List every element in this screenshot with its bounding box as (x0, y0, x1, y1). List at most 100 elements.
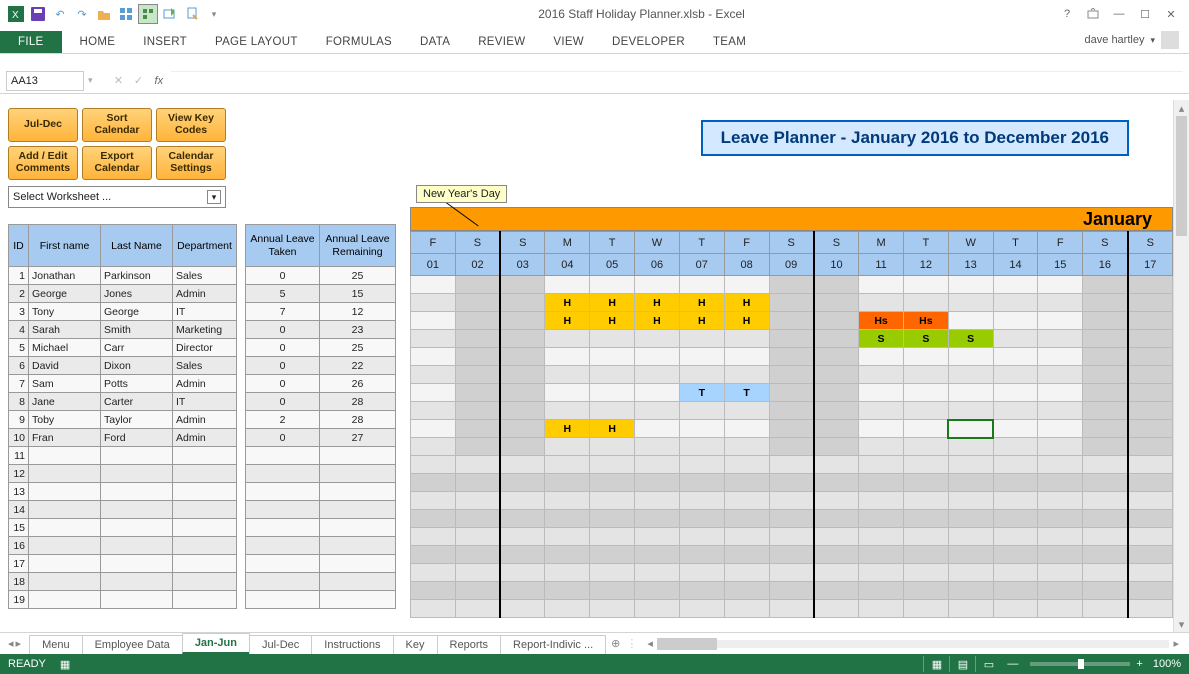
table-row[interactable]: 10FranFordAdmin027 (9, 429, 396, 447)
calendar-cell[interactable] (500, 276, 545, 294)
calendar-cell[interactable] (635, 276, 680, 294)
calendar-cell[interactable] (769, 600, 814, 618)
calendar-cell[interactable] (903, 600, 948, 618)
cancel-formula-icon[interactable]: ✕ (111, 73, 127, 89)
calendar-cell[interactable] (993, 528, 1038, 546)
calendar-cell[interactable] (635, 474, 680, 492)
sheet-tab[interactable]: Jul-Dec (249, 635, 312, 654)
calendar-cell[interactable] (1083, 456, 1128, 474)
calendar-cell[interactable] (814, 474, 859, 492)
calendar-cell[interactable] (590, 366, 635, 384)
calendar-cell[interactable] (545, 564, 590, 582)
calendar-cell[interactable] (455, 294, 500, 312)
calendar-cell[interactable] (679, 438, 724, 456)
calendar-cell[interactable] (903, 528, 948, 546)
calendar-cell[interactable] (1083, 582, 1128, 600)
calendar-cell[interactable] (455, 276, 500, 294)
calendar-cell[interactable] (500, 312, 545, 330)
calendar-cell[interactable] (635, 456, 680, 474)
calendar-cell[interactable] (814, 294, 859, 312)
table-row[interactable]: 4SarahSmithMarketing023 (9, 321, 396, 339)
calendar-cell[interactable] (993, 564, 1038, 582)
calendar-cell[interactable] (1038, 312, 1083, 330)
calendar-cell[interactable] (1128, 402, 1173, 420)
calendar-cell[interactable] (455, 600, 500, 618)
btn-jul-dec[interactable]: Jul-Dec (8, 108, 78, 142)
calendar-cell[interactable] (903, 384, 948, 402)
calendar-cell[interactable] (724, 546, 769, 564)
close-icon[interactable]: ✕ (1163, 6, 1179, 22)
calendar-cell[interactable] (635, 330, 680, 348)
calendar-cell[interactable] (993, 420, 1038, 438)
calendar-cell[interactable] (724, 330, 769, 348)
calendar-cell[interactable] (859, 384, 904, 402)
calendar-cell[interactable] (1083, 420, 1128, 438)
calendar-cell[interactable] (590, 546, 635, 564)
calendar-cell[interactable] (859, 510, 904, 528)
calendar-cell[interactable] (948, 582, 993, 600)
ribbon-options-icon[interactable] (1085, 6, 1101, 22)
calendar-cell[interactable] (948, 294, 993, 312)
calendar-cell[interactable] (500, 546, 545, 564)
calendar-cell[interactable] (1083, 312, 1128, 330)
calendar-cell[interactable] (545, 330, 590, 348)
calendar-cell[interactable]: H (724, 294, 769, 312)
calendar-cell[interactable] (859, 456, 904, 474)
calendar-cell[interactable] (769, 366, 814, 384)
calendar-cell[interactable] (545, 510, 590, 528)
calendar-cell[interactable] (993, 348, 1038, 366)
calendar-cell[interactable] (993, 366, 1038, 384)
calendar-cell[interactable] (993, 546, 1038, 564)
calendar-cell[interactable] (1038, 492, 1083, 510)
calendar-cell[interactable] (1083, 366, 1128, 384)
open-icon[interactable] (94, 4, 114, 24)
btn-sort-calendar[interactable]: Sort Calendar (82, 108, 152, 142)
calendar-cell[interactable] (500, 402, 545, 420)
calendar-cell[interactable] (814, 384, 859, 402)
table-row[interactable]: 2GeorgeJonesAdmin515 (9, 285, 396, 303)
calendar-cell[interactable] (814, 456, 859, 474)
worksheet-select[interactable]: Select Worksheet ... ▾ (8, 186, 226, 208)
sheet-tab[interactable]: Report-Indivic ... (500, 635, 606, 654)
calendar-cell[interactable]: S (859, 330, 904, 348)
calendar-cell[interactable] (724, 564, 769, 582)
calendar-cell[interactable] (993, 276, 1038, 294)
calendar-cell[interactable] (590, 564, 635, 582)
table-row[interactable]: 19 (9, 591, 396, 609)
calendar-cell[interactable] (679, 528, 724, 546)
calendar-cell[interactable] (1128, 312, 1173, 330)
calendar-cell[interactable] (455, 456, 500, 474)
user-menu[interactable]: dave hartley▾ (1075, 27, 1189, 53)
calendar-cell[interactable] (948, 438, 993, 456)
calendar-cell[interactable] (679, 474, 724, 492)
calendar-cell[interactable] (411, 546, 456, 564)
calendar-cell[interactable] (1038, 600, 1083, 618)
calendar-cell[interactable] (545, 384, 590, 402)
calendar-cell[interactable] (679, 546, 724, 564)
calendar-cell[interactable] (859, 546, 904, 564)
calendar-cell[interactable] (724, 474, 769, 492)
calendar-cell[interactable] (814, 600, 859, 618)
tab-home[interactable]: HOME (66, 31, 130, 53)
calendar-cell[interactable] (814, 330, 859, 348)
calendar-cell[interactable] (948, 276, 993, 294)
calendar-cell[interactable] (903, 492, 948, 510)
calendar-cell[interactable] (590, 330, 635, 348)
calendar-cell[interactable] (724, 420, 769, 438)
calendar-cell[interactable] (859, 294, 904, 312)
sheet-nav[interactable]: ◂▸ (0, 637, 29, 650)
add-sheet-icon[interactable]: ⊕ (605, 637, 626, 650)
calendar-cell[interactable] (411, 438, 456, 456)
calendar-cell[interactable]: H (635, 294, 680, 312)
calendar-cell[interactable] (1083, 330, 1128, 348)
calendar-cell[interactable] (590, 582, 635, 600)
calendar-cell[interactable] (948, 384, 993, 402)
calendar-cell[interactable] (1128, 456, 1173, 474)
qat-icon-3[interactable] (160, 4, 180, 24)
calendar-cell[interactable] (859, 402, 904, 420)
calendar-cell[interactable] (590, 510, 635, 528)
macro-record-icon[interactable]: ▦ (60, 658, 70, 671)
calendar-cell[interactable] (411, 420, 456, 438)
calendar-cell[interactable] (993, 474, 1038, 492)
calendar-cell[interactable] (455, 510, 500, 528)
